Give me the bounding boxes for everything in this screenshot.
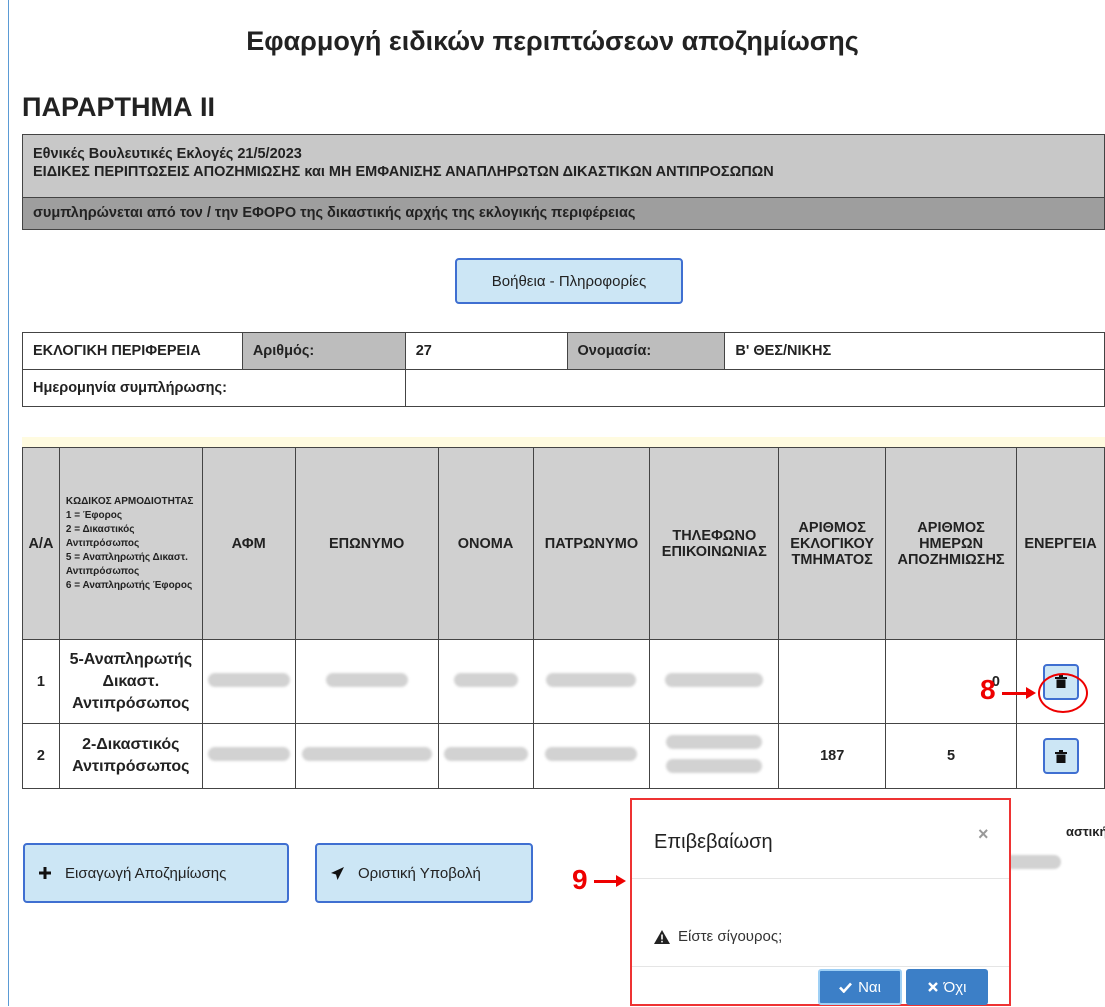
check-icon xyxy=(839,982,853,993)
row-role: 2-Δικαστικός Αντιπρόσωπος xyxy=(58,723,203,789)
col-phone: ΤΗΛΕΦΩΝΟ ΕΠΙΚΟΙΝΩΝΙΑΣ xyxy=(649,447,780,640)
district-label: ΕΚΛΟΓΙΚΗ ΠΕΡΙΦΕΡΕΙΑ xyxy=(22,332,243,370)
col-action: ΕΝΕΡΓΕΙΑ xyxy=(1016,447,1105,640)
col-father: ΠΑΤΡΩΝΥΜΟ xyxy=(532,447,651,640)
dialog-body: Είστε σίγουρος; xyxy=(654,928,782,945)
warning-icon xyxy=(654,929,670,944)
plus-icon xyxy=(39,867,51,879)
col-name: ΟΝΟΜΑ xyxy=(437,447,534,640)
highlight-circle xyxy=(1038,673,1088,713)
page-title: Εφαρμογή ειδικών περιπτώσεων αποζημίωσης xyxy=(246,26,859,56)
no-button[interactable]: Όχι xyxy=(906,969,988,1005)
col-afm: ΑΦΜ xyxy=(201,447,296,640)
col-aa: Α/Α xyxy=(22,447,60,640)
confirm-dialog: Επιβεβαίωση × Είστε σίγουρος; Ναι Όχι xyxy=(630,798,1011,1006)
row-role: 5-Αναπληρωτής Δικαστ. Αντιπρόσωπος xyxy=(58,639,203,724)
row-days: 0 xyxy=(885,639,1017,724)
row-surname-redacted xyxy=(294,639,439,724)
role-code-6: 6 = Αναπληρωτής Έφορος xyxy=(65,579,193,591)
dialog-title: Επιβεβαίωση xyxy=(654,831,773,853)
election-header: Εθνικές Βουλευτικές Εκλογές 21/5/2023 ΕΙ… xyxy=(22,134,1105,198)
row-section xyxy=(778,639,887,724)
table-row: 1 5-Αναπληρωτής Δικαστ. Αντιπρόσωπος 0 xyxy=(22,639,1105,724)
close-icon[interactable]: × xyxy=(978,824,989,845)
election-name: Εθνικές Βουλευτικές Εκλογές 21/5/2023 xyxy=(33,146,302,162)
delete-button[interactable] xyxy=(1042,738,1079,774)
step-8-label: 8 xyxy=(980,674,996,705)
fill-date-field[interactable] xyxy=(404,369,1105,407)
final-submit-label: Οριστική Υποβολή xyxy=(358,864,481,882)
close-icon xyxy=(927,982,938,992)
step-8-arrow xyxy=(1002,687,1036,699)
separator xyxy=(22,437,1105,447)
row-phone-redacted xyxy=(649,723,780,789)
fill-date-label: Ημερομηνία συμπλήρωσης: xyxy=(22,369,406,407)
side-partial-text: αστικής Αρχή xyxy=(1066,824,1105,839)
side-redacted xyxy=(1003,855,1061,869)
fill-instruction: συμπληρώνεται από τον / την ΕΦΟΡΟ της δι… xyxy=(22,198,1105,230)
role-code-title: ΚΩΔΙΚΟΣ ΑΡΜΟΔΙΟΤΗΤΑΣ xyxy=(65,495,194,507)
row-name-redacted xyxy=(437,639,534,724)
district-number-value: 27 xyxy=(404,332,568,370)
form-subtitle: ΕΙΔΙΚΕΣ ΠΕΡΙΠΤΩΣΕΙΣ ΑΠΟΖΗΜΙΩΣΗΣ και ΜΗ Ε… xyxy=(33,164,774,180)
district-name-value: Β' ΘΕΣ/ΝΙΚΗΣ xyxy=(724,332,1105,370)
table-row: 2 2-Δικαστικός Αντιπρόσωπος 187 5 xyxy=(22,723,1105,789)
paper-plane-icon xyxy=(331,866,344,880)
row-father-redacted xyxy=(532,639,651,724)
row-afm-redacted xyxy=(201,723,296,789)
step-9-arrow xyxy=(594,875,626,887)
col-section: ΑΡΙΘΜΟΣ ΕΚΛΟΓΙΚΟΥ ΤΜΗΜΑΤΟΣ xyxy=(778,447,887,640)
district-number-label: Αριθμός: xyxy=(241,332,406,370)
dialog-message: Είστε σίγουρος; xyxy=(678,928,783,945)
row-aa: 2 xyxy=(22,723,60,789)
row-afm-redacted xyxy=(201,639,296,724)
row-name-redacted xyxy=(437,723,534,789)
role-code-5: 5 = Αναπληρωτής Δικαστ. Αντιπρόσωπος xyxy=(65,551,188,577)
row-section: 187 xyxy=(778,723,887,789)
district-name-label: Ονομασία: xyxy=(566,332,726,370)
role-code-2: 2 = Δικαστικός Αντιπρόσωπος xyxy=(65,523,140,549)
help-button[interactable]: Βοήθεια - Πληροφορίες xyxy=(455,258,683,304)
add-compensation-button[interactable]: Εισαγωγή Αποζημίωσης xyxy=(23,843,289,903)
col-surname: ΕΠΩΝΥΜΟ xyxy=(294,447,439,640)
no-label: Όχι xyxy=(943,978,967,996)
row-phone-redacted xyxy=(649,639,780,724)
row-aa: 1 xyxy=(22,639,60,724)
row-surname-redacted xyxy=(294,723,439,789)
district-table: ΕΚΛΟΓΙΚΗ ΠΕΡΙΦΕΡΕΙΑ Αριθμός: 27 Ονομασία… xyxy=(22,332,1105,407)
row-father-redacted xyxy=(532,723,651,789)
add-compensation-label: Εισαγωγή Αποζημίωσης xyxy=(65,864,227,882)
dialog-footer: Ναι Όχι xyxy=(632,966,1009,1007)
row-action xyxy=(1016,723,1105,789)
compensation-table: Α/Α ΚΩΔΙΚΟΣ ΑΡΜΟΔΙΟΤΗΤΑΣ 1 = Έφορος 2 = … xyxy=(22,447,1105,789)
row-days: 5 xyxy=(885,723,1017,789)
role-code-1: 1 = Έφορος xyxy=(65,509,123,521)
dialog-header: Επιβεβαίωση × xyxy=(632,800,1009,879)
col-days: ΑΡΙΘΜΟΣ ΗΜΕΡΩΝ ΑΠΟΖΗΜΙΩΣΗΣ xyxy=(885,447,1017,640)
annex-title: ΠΑΡΑΡΤΗΜΑ ΙΙ xyxy=(22,92,215,122)
final-submit-button[interactable]: Οριστική Υποβολή xyxy=(315,843,533,903)
yes-button[interactable]: Ναι xyxy=(818,969,902,1005)
step-9-label: 9 xyxy=(572,864,588,895)
yes-label: Ναι xyxy=(858,978,881,996)
col-role-code: ΚΩΔΙΚΟΣ ΑΡΜΟΔΙΟΤΗΤΑΣ 1 = Έφορος 2 = Δικα… xyxy=(58,447,203,640)
trash-icon xyxy=(1054,749,1067,763)
